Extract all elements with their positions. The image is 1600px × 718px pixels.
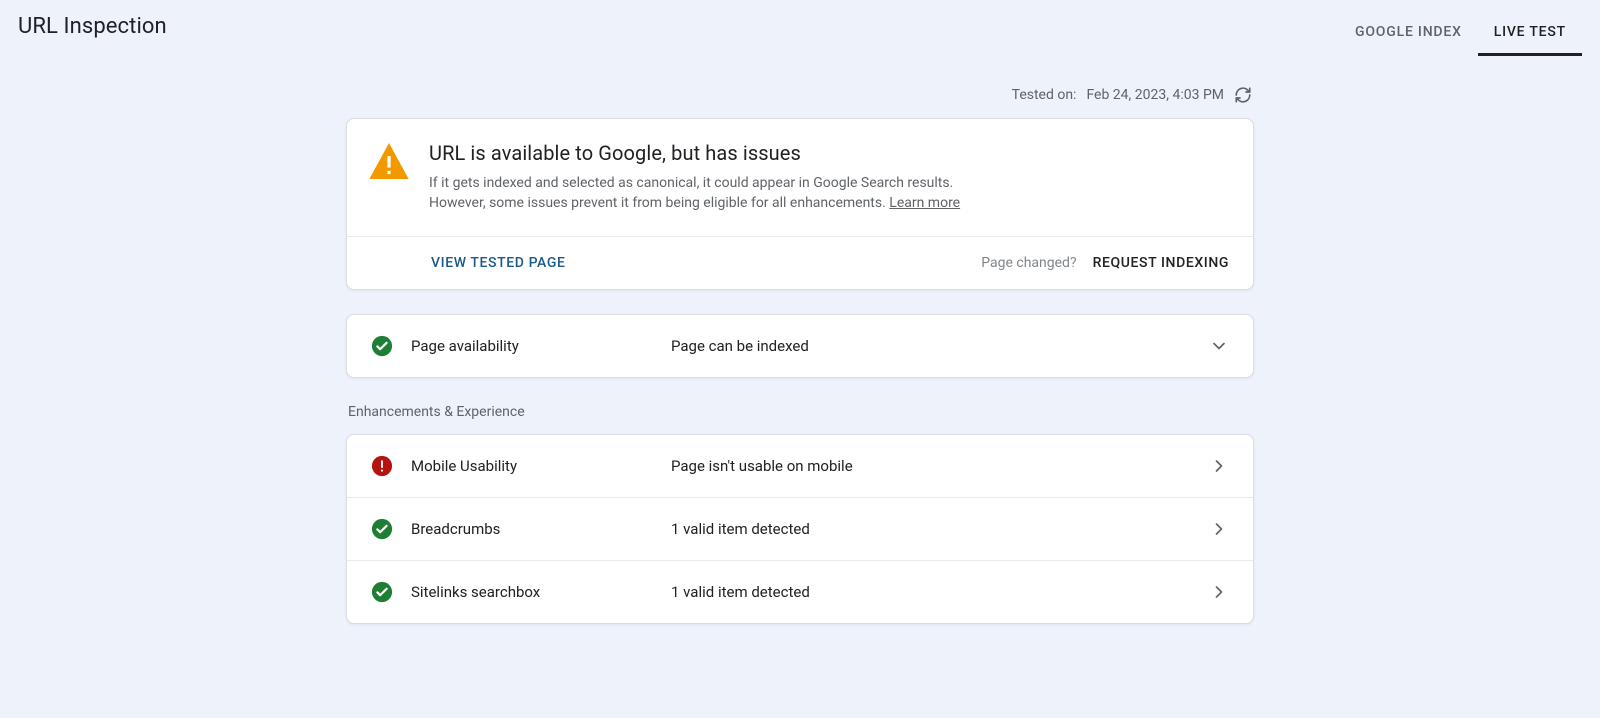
page-availability-row[interactable]: Page availability Page can be indexed: [347, 315, 1253, 377]
tested-on-label: Tested on:: [1012, 87, 1077, 103]
enhancement-label: Breadcrumbs: [411, 520, 671, 538]
tested-on-value: Feb 24, 2023, 4:03 PM: [1086, 87, 1224, 103]
chevron-right-icon: [1209, 519, 1229, 539]
enhancement-value: 1 valid item detected: [671, 520, 1209, 538]
enhancement-value: 1 valid item detected: [671, 583, 1209, 601]
enhancement-row-mobile-usability[interactable]: Mobile Usability Page isn't usable on mo…: [347, 435, 1253, 497]
chevron-right-icon: [1209, 456, 1229, 476]
chevron-down-icon: [1209, 336, 1229, 356]
enhancement-row-sitelinks-searchbox[interactable]: Sitelinks searchbox 1 valid item detecte…: [347, 560, 1253, 623]
summary-title: URL is available to Google, but has issu…: [429, 141, 960, 165]
tab-google-index[interactable]: GOOGLE INDEX: [1339, 14, 1478, 56]
enhancements-card: Mobile Usability Page isn't usable on mo…: [346, 434, 1254, 624]
chevron-right-icon: [1209, 582, 1229, 602]
summary-description: If it gets indexed and selected as canon…: [429, 173, 960, 214]
enhancement-value: Page isn't usable on mobile: [671, 457, 1209, 475]
enhancement-label: Sitelinks searchbox: [411, 583, 671, 601]
tab-live-test[interactable]: LIVE TEST: [1478, 14, 1582, 56]
summary-card: URL is available to Google, but has issu…: [346, 118, 1254, 290]
check-circle-icon: [371, 335, 393, 357]
enhancement-row-breadcrumbs[interactable]: Breadcrumbs 1 valid item detected: [347, 497, 1253, 560]
tabs: GOOGLE INDEX LIVE TEST: [1339, 14, 1582, 56]
summary-desc-line1: If it gets indexed and selected as canon…: [429, 175, 953, 191]
page-availability-label: Page availability: [411, 337, 671, 355]
page-availability-card: Page availability Page can be indexed: [346, 314, 1254, 378]
page-availability-value: Page can be indexed: [671, 337, 1209, 355]
page-title: URL Inspection: [18, 14, 167, 39]
error-circle-icon: [371, 455, 393, 477]
check-circle-icon: [371, 581, 393, 603]
check-circle-icon: [371, 518, 393, 540]
enhancement-label: Mobile Usability: [411, 457, 671, 475]
request-indexing-button[interactable]: REQUEST INDEXING: [1093, 255, 1229, 271]
enhancements-section-label: Enhancements & Experience: [348, 404, 1254, 420]
page-changed-label: Page changed?: [981, 255, 1076, 271]
learn-more-link[interactable]: Learn more: [889, 195, 960, 211]
tested-on-row: Tested on: Feb 24, 2023, 4:03 PM: [346, 86, 1254, 104]
view-tested-page-button[interactable]: VIEW TESTED PAGE: [431, 255, 566, 271]
summary-desc-line2: However, some issues prevent it from bei…: [429, 195, 889, 211]
warning-triangle-icon: [369, 143, 409, 179]
refresh-icon[interactable]: [1234, 86, 1252, 104]
